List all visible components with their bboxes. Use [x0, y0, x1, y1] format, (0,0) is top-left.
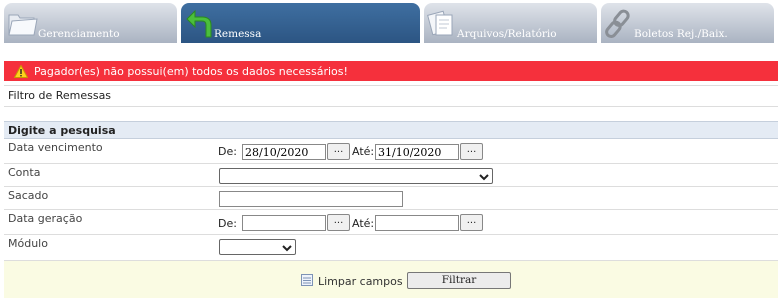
- vencimento-ate-input[interactable]: [375, 144, 459, 160]
- tab-label: Gerenciamento: [38, 28, 120, 40]
- tab-arquivos-relatorio[interactable]: Arquivos/Relatório: [424, 3, 597, 43]
- modulo-select[interactable]: [219, 239, 296, 255]
- chain-link-icon: [603, 7, 635, 44]
- ate-label: Até:: [352, 145, 375, 158]
- vencimento-de-picker-button[interactable]: ...: [327, 143, 350, 160]
- clear-fields-link[interactable]: Limpar campos: [301, 274, 403, 289]
- row-modulo: Módulo: [4, 235, 778, 260]
- tab-bar: Gerenciamento Remessa Arquivos/Relatório…: [0, 0, 778, 44]
- geracao-de-picker-button[interactable]: ...: [327, 214, 350, 231]
- search-header: Digite a pesquisa: [4, 121, 778, 139]
- row-sacado: Sacado: [4, 187, 778, 210]
- sacado-input[interactable]: [219, 191, 403, 207]
- actions-bar: Limpar campos Filtrar: [4, 260, 778, 298]
- filter-title: Filtro de Remessas: [4, 85, 778, 107]
- geracao-de-input[interactable]: [242, 215, 326, 231]
- tab-remessa[interactable]: Remessa: [181, 3, 420, 43]
- row-conta: Conta: [4, 164, 778, 187]
- vencimento-ate-picker-button[interactable]: ...: [460, 143, 483, 160]
- field-label: Data vencimento: [8, 141, 103, 154]
- field-label: Sacado: [8, 189, 49, 202]
- tab-gerenciamento[interactable]: Gerenciamento: [4, 3, 177, 43]
- geracao-ate-picker-button[interactable]: ...: [460, 214, 483, 231]
- conta-select[interactable]: [219, 168, 493, 184]
- tab-label: Boletos Rej./Baix.: [634, 28, 728, 40]
- tab-label: Arquivos/Relatório: [457, 28, 557, 40]
- geracao-ate-input[interactable]: [375, 215, 459, 231]
- warning-icon: [14, 64, 28, 78]
- folder-icon: [6, 7, 40, 44]
- ate-label: Até:: [352, 217, 375, 230]
- form-icon: [301, 274, 313, 289]
- de-label: De:: [218, 145, 237, 158]
- tab-boletos-rej-baix[interactable]: Boletos Rej./Baix.: [601, 3, 774, 43]
- clear-fields-label: Limpar campos: [318, 275, 403, 288]
- row-data-geracao: Data geração De: ... Até: ...: [4, 210, 778, 235]
- chevron-down-icon: [479, 171, 489, 184]
- filter-button[interactable]: Filtrar: [407, 272, 511, 289]
- alert-message: Pagador(es) não possui(em) todos os dado…: [34, 64, 348, 78]
- field-label: Módulo: [8, 237, 48, 250]
- return-arrow-icon: [185, 7, 217, 44]
- vencimento-de-input[interactable]: [242, 144, 326, 160]
- documents-icon: [426, 7, 458, 44]
- error-alert: Pagador(es) não possui(em) todos os dado…: [4, 61, 778, 81]
- field-label: Data geração: [8, 212, 83, 225]
- row-data-vencimento: Data vencimento De: ... Até: ...: [4, 139, 778, 164]
- chevron-down-icon: [282, 242, 292, 255]
- tab-label: Remessa: [214, 28, 262, 40]
- de-label: De:: [218, 217, 237, 230]
- field-label: Conta: [8, 166, 41, 179]
